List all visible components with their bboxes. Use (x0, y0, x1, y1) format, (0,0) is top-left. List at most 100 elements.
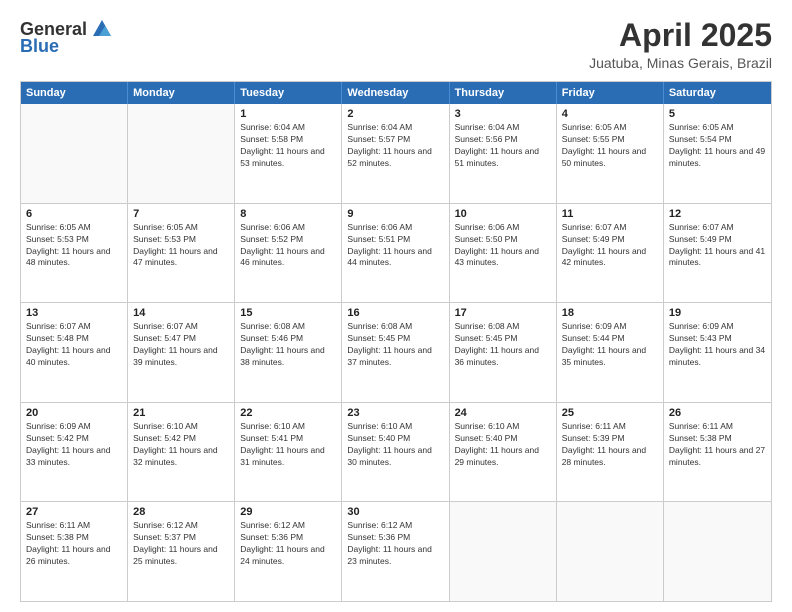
day-number: 8 (240, 208, 336, 220)
day-number: 20 (26, 407, 122, 419)
calendar-cell: 22 Sunrise: 6:10 AM Sunset: 5:41 PM Dayli… (235, 403, 342, 502)
calendar-cell: 14 Sunrise: 6:07 AM Sunset: 5:47 PM Dayli… (128, 303, 235, 402)
day-of-week-friday: Friday (557, 82, 664, 104)
day-number: 29 (240, 506, 336, 518)
calendar-cell: 10 Sunrise: 6:06 AM Sunset: 5:50 PM Dayli… (450, 204, 557, 303)
day-info: Sunrise: 6:12 AM Sunset: 5:36 PM Dayligh… (347, 520, 443, 568)
day-number: 13 (26, 307, 122, 319)
calendar-cell: 11 Sunrise: 6:07 AM Sunset: 5:49 PM Dayli… (557, 204, 664, 303)
day-number: 26 (669, 407, 766, 419)
calendar-cell: 12Sunrise: 6:07 AM Sunset: 5:49 PM Dayli… (664, 204, 771, 303)
calendar-cell (557, 502, 664, 601)
day-info: Sunrise: 6:11 AM Sunset: 5:39 PM Dayligh… (562, 421, 658, 469)
calendar: SundayMondayTuesdayWednesdayThursdayFrid… (20, 81, 772, 602)
calendar-cell: 6Sunrise: 6:05 AM Sunset: 5:53 PM Daylig… (21, 204, 128, 303)
calendar-cell: 5 Sunrise: 6:05 AM Sunset: 5:54 PM Daylig… (664, 104, 771, 203)
calendar-row-4: 27 Sunrise: 6:11 AM Sunset: 5:38 PM Dayli… (21, 501, 771, 601)
day-number: 2 (347, 108, 443, 120)
day-of-week-tuesday: Tuesday (235, 82, 342, 104)
day-number: 4 (562, 108, 658, 120)
day-info: Sunrise: 6:07 AM Sunset: 5:49 PM Dayligh… (562, 222, 658, 270)
day-info: Sunrise: 6:06 AM Sunset: 5:51 PM Dayligh… (347, 222, 443, 270)
day-info: Sunrise: 6:10 AM Sunset: 5:40 PM Dayligh… (455, 421, 551, 469)
calendar-row-0: 1Sunrise: 6:04 AM Sunset: 5:58 PM Daylig… (21, 104, 771, 203)
main-title: April 2025 (589, 18, 772, 53)
day-info: Sunrise: 6:06 AM Sunset: 5:50 PM Dayligh… (455, 222, 551, 270)
day-info: Sunrise: 6:11 AM Sunset: 5:38 PM Dayligh… (669, 421, 766, 469)
calendar-cell: 29 Sunrise: 6:12 AM Sunset: 5:36 PM Dayli… (235, 502, 342, 601)
day-number: 27 (26, 506, 122, 518)
day-info: Sunrise: 6:04 AM Sunset: 5:58 PM Dayligh… (240, 122, 336, 170)
day-number: 21 (133, 407, 229, 419)
day-info: Sunrise: 6:08 AM Sunset: 5:45 PM Dayligh… (347, 321, 443, 369)
day-number: 25 (562, 407, 658, 419)
day-info: Sunrise: 6:08 AM Sunset: 5:46 PM Dayligh… (240, 321, 336, 369)
calendar-cell: 19Sunrise: 6:09 AM Sunset: 5:43 PM Dayli… (664, 303, 771, 402)
title-block: April 2025 Juatuba, Minas Gerais, Brazil (589, 18, 772, 71)
calendar-cell (450, 502, 557, 601)
day-number: 15 (240, 307, 336, 319)
page: General Blue April 2025 Juatuba, Minas G… (0, 0, 792, 612)
day-number: 7 (133, 208, 229, 220)
day-info: Sunrise: 6:07 AM Sunset: 5:47 PM Dayligh… (133, 321, 229, 369)
calendar-header: SundayMondayTuesdayWednesdayThursdayFrid… (21, 82, 771, 104)
calendar-cell: 15 Sunrise: 6:08 AM Sunset: 5:46 PM Dayli… (235, 303, 342, 402)
day-info: Sunrise: 6:12 AM Sunset: 5:37 PM Dayligh… (133, 520, 229, 568)
day-number: 30 (347, 506, 443, 518)
calendar-cell: 3 Sunrise: 6:04 AM Sunset: 5:56 PM Daylig… (450, 104, 557, 203)
day-number: 23 (347, 407, 443, 419)
calendar-cell: 26 Sunrise: 6:11 AM Sunset: 5:38 PM Dayli… (664, 403, 771, 502)
header: General Blue April 2025 Juatuba, Minas G… (20, 18, 772, 71)
day-number: 3 (455, 108, 551, 120)
calendar-row-3: 20 Sunrise: 6:09 AM Sunset: 5:42 PM Dayli… (21, 402, 771, 502)
calendar-cell: 24 Sunrise: 6:10 AM Sunset: 5:40 PM Dayli… (450, 403, 557, 502)
logo: General Blue (20, 18, 113, 57)
calendar-cell: 18Sunrise: 6:09 AM Sunset: 5:44 PM Dayli… (557, 303, 664, 402)
day-number: 5 (669, 108, 766, 120)
calendar-cell: 27 Sunrise: 6:11 AM Sunset: 5:38 PM Dayli… (21, 502, 128, 601)
calendar-cell: 7Sunrise: 6:05 AM Sunset: 5:53 PM Daylig… (128, 204, 235, 303)
day-number: 10 (455, 208, 551, 220)
subtitle: Juatuba, Minas Gerais, Brazil (589, 55, 772, 71)
calendar-cell: 8 Sunrise: 6:06 AM Sunset: 5:52 PM Daylig… (235, 204, 342, 303)
day-of-week-wednesday: Wednesday (342, 82, 449, 104)
day-info: Sunrise: 6:07 AM Sunset: 5:48 PM Dayligh… (26, 321, 122, 369)
calendar-cell (664, 502, 771, 601)
calendar-cell: 13 Sunrise: 6:07 AM Sunset: 5:48 PM Dayli… (21, 303, 128, 402)
day-info: Sunrise: 6:08 AM Sunset: 5:45 PM Dayligh… (455, 321, 551, 369)
day-number: 14 (133, 307, 229, 319)
day-number: 22 (240, 407, 336, 419)
calendar-cell (128, 104, 235, 203)
calendar-cell: 17 Sunrise: 6:08 AM Sunset: 5:45 PM Dayli… (450, 303, 557, 402)
calendar-body: 1Sunrise: 6:04 AM Sunset: 5:58 PM Daylig… (21, 104, 771, 601)
calendar-row-2: 13 Sunrise: 6:07 AM Sunset: 5:48 PM Dayli… (21, 302, 771, 402)
day-info: Sunrise: 6:10 AM Sunset: 5:40 PM Dayligh… (347, 421, 443, 469)
logo-icon (91, 18, 113, 40)
day-info: Sunrise: 6:12 AM Sunset: 5:36 PM Dayligh… (240, 520, 336, 568)
logo-blue-text: Blue (20, 36, 59, 57)
calendar-cell: 20 Sunrise: 6:09 AM Sunset: 5:42 PM Dayli… (21, 403, 128, 502)
calendar-cell: 21Sunrise: 6:10 AM Sunset: 5:42 PM Dayli… (128, 403, 235, 502)
day-info: Sunrise: 6:06 AM Sunset: 5:52 PM Dayligh… (240, 222, 336, 270)
day-number: 12 (669, 208, 766, 220)
day-of-week-saturday: Saturday (664, 82, 771, 104)
calendar-cell: 28Sunrise: 6:12 AM Sunset: 5:37 PM Dayli… (128, 502, 235, 601)
day-info: Sunrise: 6:05 AM Sunset: 5:54 PM Dayligh… (669, 122, 766, 170)
day-number: 17 (455, 307, 551, 319)
calendar-cell (21, 104, 128, 203)
day-info: Sunrise: 6:04 AM Sunset: 5:57 PM Dayligh… (347, 122, 443, 170)
calendar-cell: 30 Sunrise: 6:12 AM Sunset: 5:36 PM Dayli… (342, 502, 449, 601)
calendar-row-1: 6Sunrise: 6:05 AM Sunset: 5:53 PM Daylig… (21, 203, 771, 303)
calendar-cell: 4Sunrise: 6:05 AM Sunset: 5:55 PM Daylig… (557, 104, 664, 203)
day-info: Sunrise: 6:10 AM Sunset: 5:41 PM Dayligh… (240, 421, 336, 469)
day-number: 11 (562, 208, 658, 220)
calendar-cell: 16 Sunrise: 6:08 AM Sunset: 5:45 PM Dayli… (342, 303, 449, 402)
day-of-week-monday: Monday (128, 82, 235, 104)
day-number: 16 (347, 307, 443, 319)
day-info: Sunrise: 6:09 AM Sunset: 5:42 PM Dayligh… (26, 421, 122, 469)
day-info: Sunrise: 6:04 AM Sunset: 5:56 PM Dayligh… (455, 122, 551, 170)
calendar-cell: 1Sunrise: 6:04 AM Sunset: 5:58 PM Daylig… (235, 104, 342, 203)
day-info: Sunrise: 6:11 AM Sunset: 5:38 PM Dayligh… (26, 520, 122, 568)
day-number: 19 (669, 307, 766, 319)
day-number: 24 (455, 407, 551, 419)
